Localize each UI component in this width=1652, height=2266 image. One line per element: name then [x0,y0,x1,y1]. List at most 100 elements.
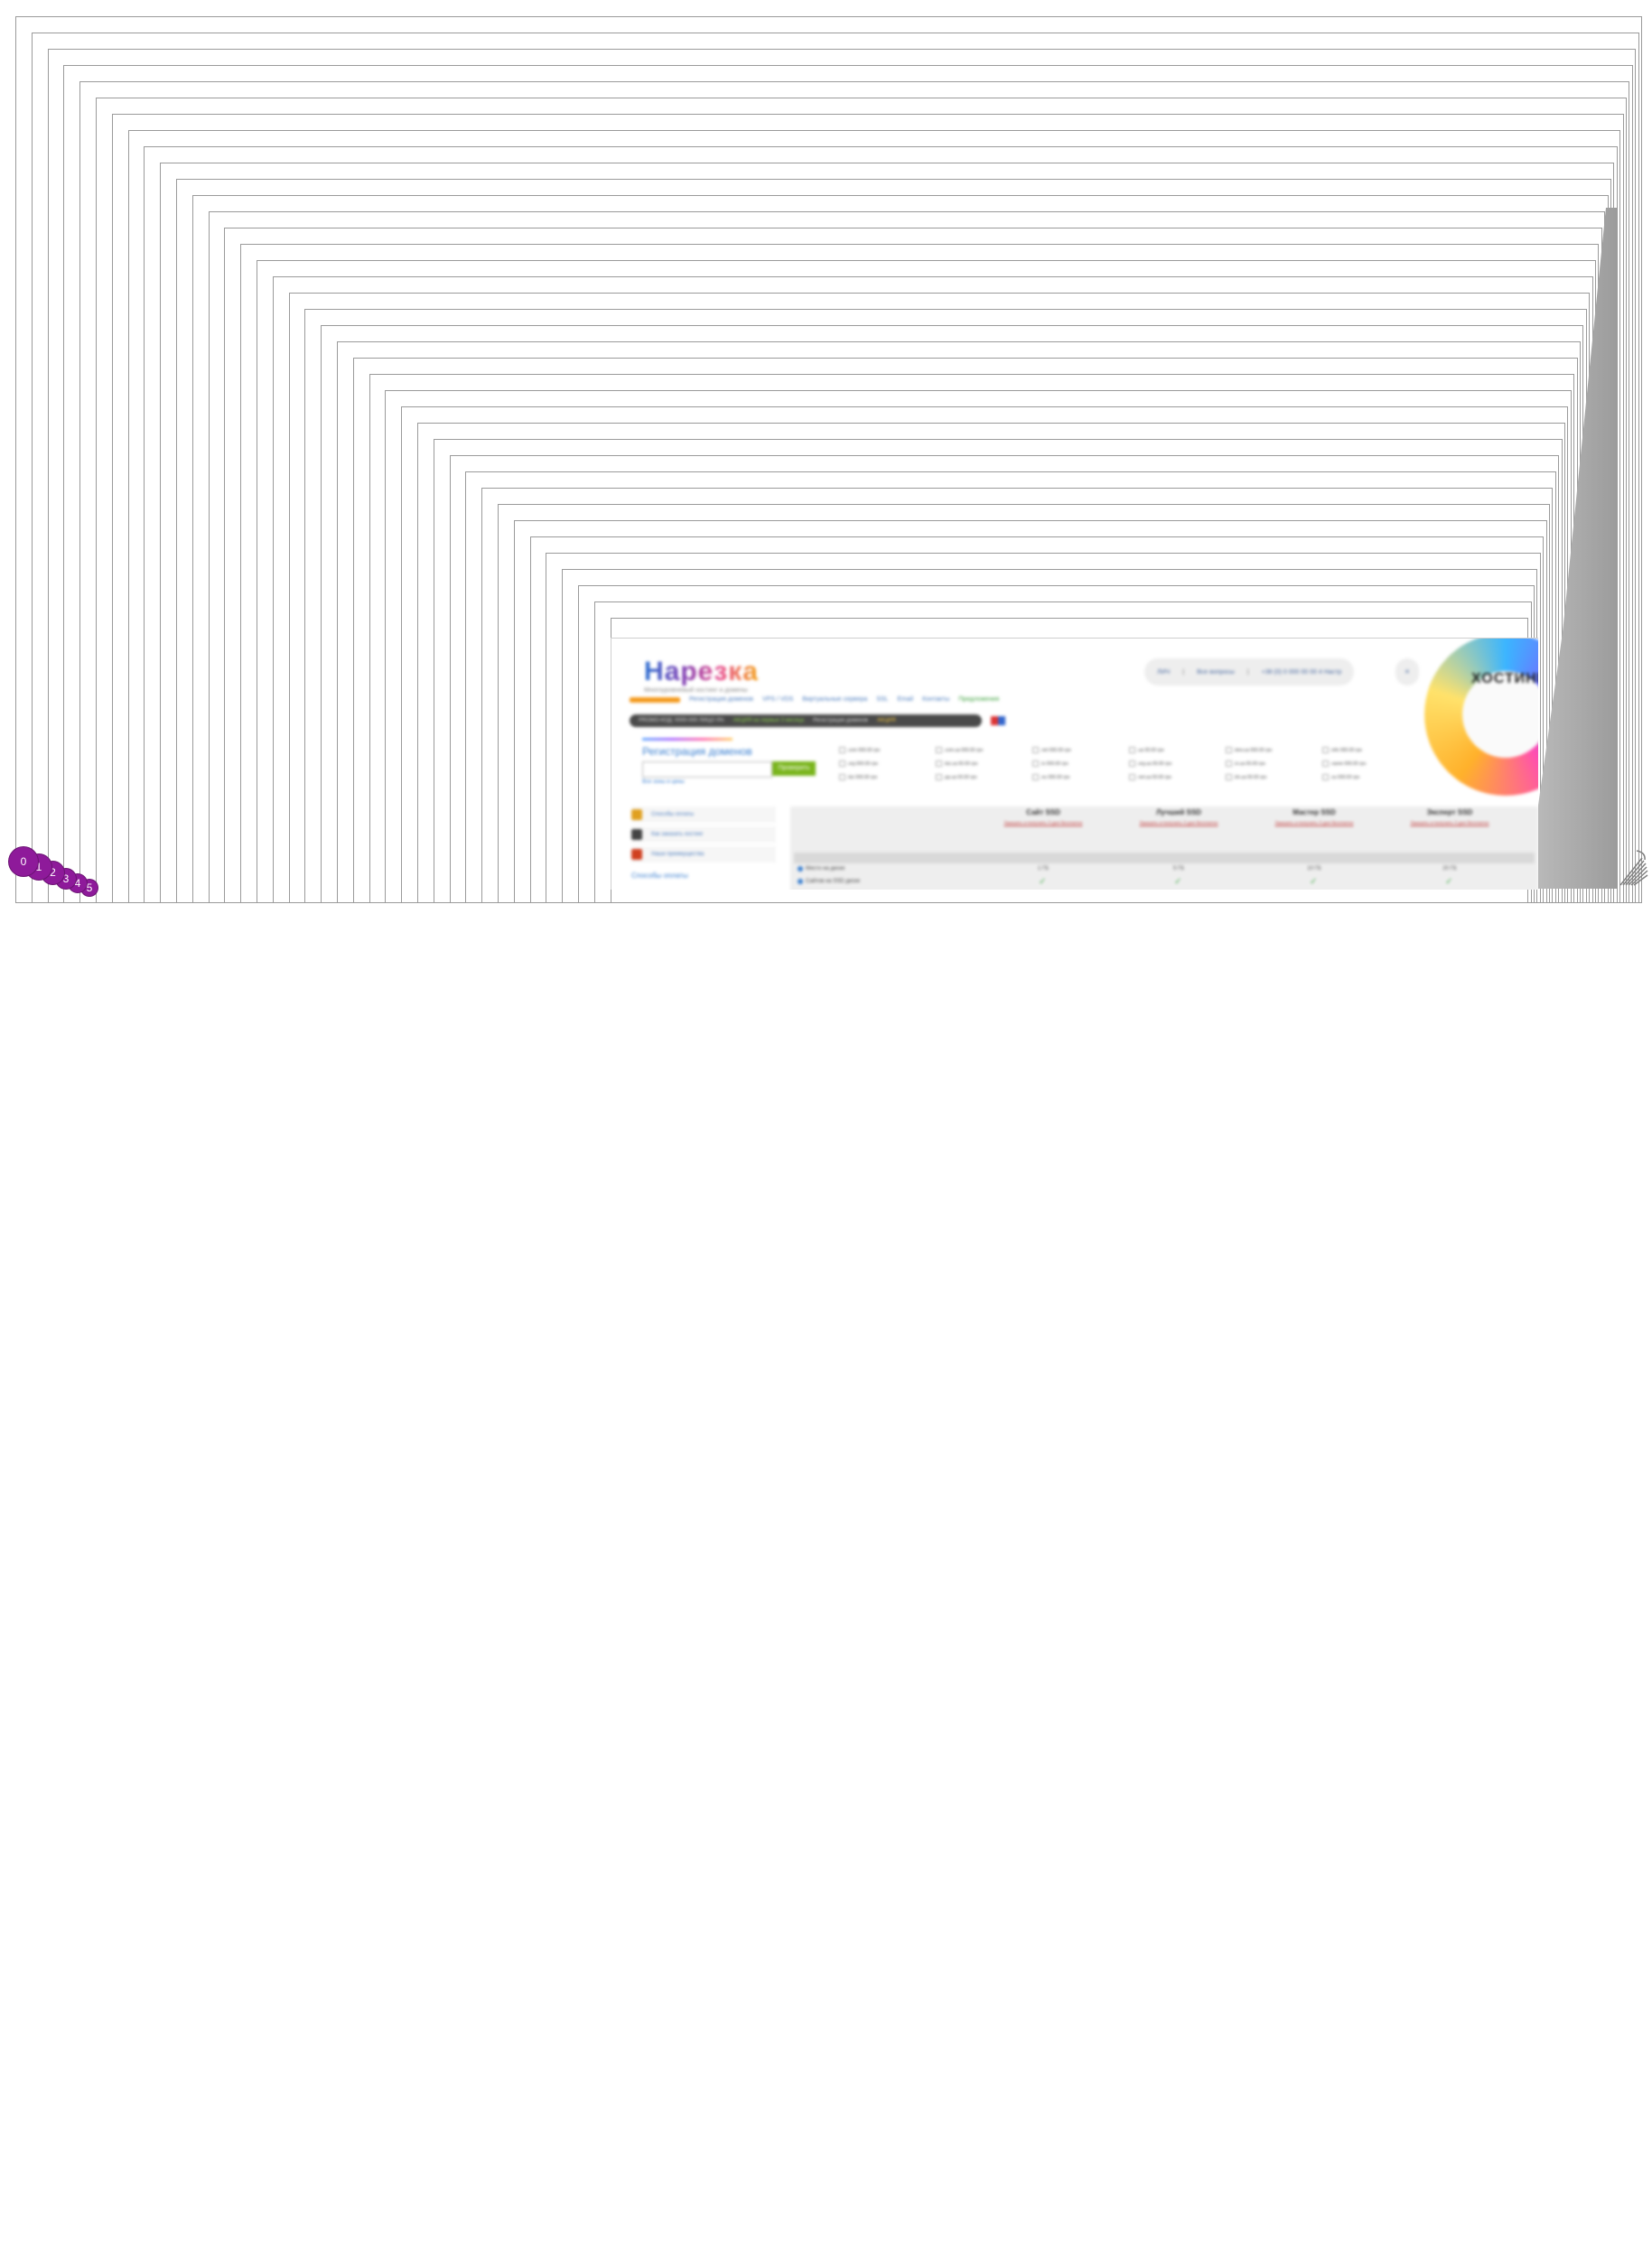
main-nav: Регистрация доменов VPS / VDS Виртуальны… [630,696,999,703]
tld-price-text: .net.ua 00.00 грн [1137,774,1171,780]
tld-price-item[interactable]: .biz 000.00 грн [839,774,936,780]
nav-item-special[interactable]: Предложения [958,696,999,703]
checkbox-icon[interactable] [1032,747,1039,753]
tld-price-item[interactable]: .info 000.00 грн [1322,747,1419,753]
nav-item[interactable]: Контакты [922,696,949,703]
checkbox-icon[interactable] [1129,747,1135,753]
sidebar-item-howto[interactable]: Как заказать хостинг [631,826,776,843]
checkbox-icon[interactable] [936,747,942,753]
tld-price-item[interactable]: .kh.ua 00.00 грн [1226,774,1322,780]
tld-price-item[interactable]: .name 000.00 грн [1322,760,1419,767]
tld-price-item[interactable]: .net.ua 00.00 грн [1129,774,1226,780]
checkbox-icon[interactable] [839,747,845,753]
plan-value: 10 ГБ [1307,866,1321,872]
plan-order-link[interactable]: Заказать и получить 3 дня бесплатно [980,820,1106,827]
checkbox-icon[interactable] [1226,760,1232,767]
check-icon: ✓ [1174,877,1182,887]
plan-name: Эксперт SSD [1426,808,1473,816]
tld-price-text: .in.ua 00.00 грн [1234,760,1265,767]
tld-price-item[interactable]: .pp.ua 00.00 грн [936,774,1032,780]
domain-registration-title: Регистрация доменов [642,745,752,758]
tld-price-item[interactable]: .biz.ua 00.00 грн [936,760,1032,767]
tld-price-item[interactable]: .ua 00.00 грн [1129,747,1226,753]
all-zones-link[interactable]: Все зоны и цены [642,779,685,785]
checkbox-icon[interactable] [1032,760,1039,767]
tld-price-item[interactable]: .org 000.00 грн [839,760,936,767]
close-icon[interactable]: ✕ [1405,668,1410,676]
topbar-item[interactable]: +38 (0) 0 000 00 00 4 Настр [1262,669,1342,676]
promo-bar[interactable]: PROMO-КОД: 0000-000 ЛИЦО 0% АКЦИЯ на пер… [630,714,982,727]
tld-price-item[interactable]: .in.ua 00.00 грн [1226,760,1322,767]
checkbox-icon[interactable] [1129,760,1135,767]
banner-text: ХОСТИНГ [1471,671,1538,686]
nav-item[interactable]: VPS / VDS [762,696,793,703]
tld-price-text: .ua 00.00 грн [1137,747,1164,753]
promo-text: Регистрация доменов [813,718,868,723]
plan-value: 20 ГБ [1442,866,1457,872]
nav-item[interactable]: Виртуальные сервера [802,696,867,703]
checkbox-icon[interactable] [1226,747,1232,753]
info-dot-icon[interactable] [798,866,803,872]
tld-price-item[interactable]: .tv 000.00 грн [1032,760,1129,767]
sidebar-item-benefits[interactable]: Наши преимущества [631,846,776,863]
plan-header-band [794,853,1535,863]
tld-price-item[interactable]: .net 000.00 грн [1032,747,1129,753]
sidebar-item-label: Наши преимущества [651,852,705,857]
site-logo[interactable]: Нарезка Многоуровневый хостинг и домены [644,658,759,695]
plan-row-label: Место на диске [798,866,845,872]
tld-price-item[interactable]: .com.ua 000.00 грн [936,747,1032,753]
row-label-text: Сайтов на SSD диске [806,879,861,884]
checkbox-icon[interactable] [1226,774,1232,780]
tld-price-text: .eu 000.00 грн [1041,774,1070,780]
row-label-text: Место на диске [806,866,845,872]
plan-order-link[interactable]: Заказать и получить 3 дня бесплатно [1115,820,1242,827]
tld-price-text: .biz 000.00 грн [847,774,878,780]
nav-item[interactable]: Регистрация доменов [689,696,753,703]
checkbox-icon[interactable] [1322,760,1329,767]
topbar-item[interactable]: ЛИЧ [1157,669,1170,676]
domain-check-button[interactable]: Проверить [772,761,816,776]
topbar-close[interactable]: ✕ [1395,658,1419,685]
checkbox-icon[interactable] [1032,774,1039,780]
tld-price-item[interactable]: .kiev.ua 000.00 грн [1226,747,1322,753]
sidebar-item-payment[interactable]: Способы оплаты [631,807,776,823]
language-flag-icon[interactable] [991,716,1005,725]
info-dot-icon[interactable] [798,879,803,884]
plan-value: 5 ГБ [1172,866,1185,872]
tld-price-list: .com 000.00 грн .com.ua 000.00 грн .net 00… [839,747,1417,780]
checkbox-icon[interactable] [936,774,942,780]
checkbox-icon[interactable] [1129,774,1135,780]
checkbox-icon[interactable] [839,760,845,767]
tld-price-text: .kh.ua 00.00 грн [1234,774,1267,780]
recursive-screenshot-stage: ХОСТИНГ Нарезка Многоуровневый хостинг и… [0,0,1652,903]
plan-value: 1 ГБ [1037,866,1050,872]
topbar-item[interactable]: Все вопросы [1197,669,1235,676]
pencil-icon [631,829,642,840]
tld-price-text: .net 000.00 грн [1041,747,1071,753]
plan-order-link[interactable]: Заказать и получить 3 дня бесплатно [1386,820,1513,827]
plan-row-label: Сайтов на SSD диске [798,879,860,884]
check-icon: ✓ [1039,877,1047,887]
sidebar-heading: Способы оплаты [631,872,688,880]
checkbox-icon[interactable] [1322,747,1329,753]
tld-price-item[interactable]: .su 000.00 грн [1322,774,1419,780]
tld-price-item[interactable]: .com 000.00 грн [839,747,936,753]
checkbox-icon[interactable] [839,774,845,780]
nav-item[interactable]: SSL [876,696,888,703]
plan-column: Эксперт SSD Заказать и получить 3 дня бе… [1386,808,1513,827]
tld-price-text: .com 000.00 грн [847,747,881,753]
nav-item[interactable]: Email [898,696,914,703]
checkbox-icon[interactable] [936,760,942,767]
tld-price-text: .info 000.00 грн [1330,747,1362,753]
plan-order-link[interactable]: Заказать и получить 3 дня бесплатно [1251,820,1377,827]
checkbox-icon[interactable] [1322,774,1329,780]
promo-offer: АКЦИЯ на первые 3 месяца [733,718,805,723]
hosting-plans-table: Сайт SSD Заказать и получить 3 дня беспл… [790,807,1538,890]
logo-tagline: Многоуровневый хостинг и домены [644,687,748,694]
tld-price-item[interactable]: .org.ua 00.00 грн [1129,760,1226,767]
promo-cta[interactable]: АКЦИЯ [877,718,896,723]
tld-price-item[interactable]: .eu 000.00 грн [1032,774,1129,780]
domain-search-input[interactable] [642,761,772,778]
tld-price-text: .org.ua 00.00 грн [1137,760,1172,767]
nav-item-active[interactable] [630,696,680,703]
